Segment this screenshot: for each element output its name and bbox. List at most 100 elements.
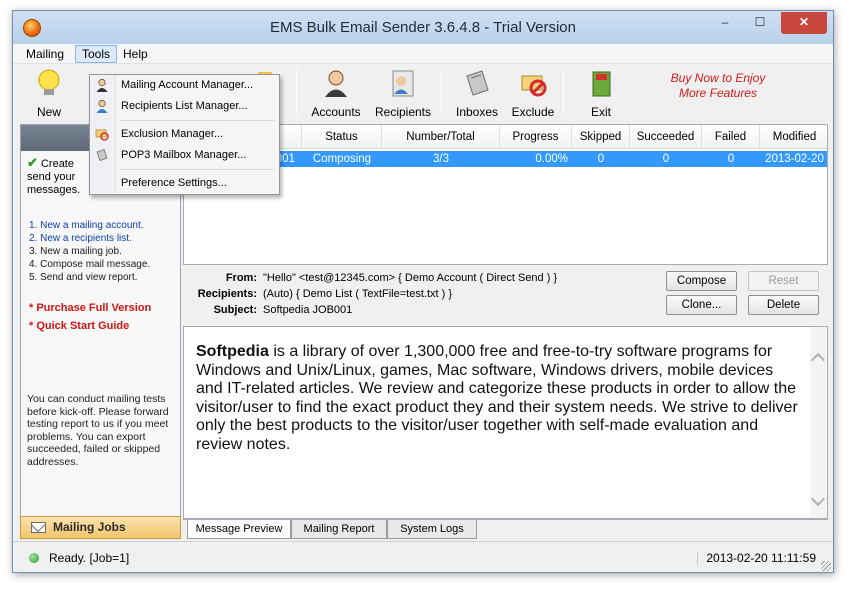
recipients-label: Recipients <box>374 105 432 119</box>
cell-failed: 0 <box>727 153 735 165</box>
quick-start-guide-link[interactable]: * Quick Start Guide <box>29 317 151 335</box>
buy-now-link[interactable]: Buy Now to Enjoy More Features <box>653 71 783 101</box>
menu-separator <box>120 120 275 121</box>
column-header-failed[interactable]: Failed <box>702 125 760 149</box>
column-header-number-total[interactable]: Number/Total <box>382 125 500 149</box>
account-manager-icon <box>96 78 108 92</box>
exclude-icon <box>521 75 547 97</box>
purchase-full-version-link[interactable]: * Purchase Full Version <box>29 299 151 317</box>
lightbulb-icon <box>38 69 60 95</box>
promo-line-2: More Features <box>678 86 758 100</box>
column-header-skipped[interactable]: Skipped <box>572 125 630 149</box>
inboxes-button[interactable]: Inboxes <box>451 66 503 119</box>
checkmark-icon: ✔ <box>27 155 38 170</box>
menu-item-label: Mailing Account Manager... <box>121 79 254 91</box>
toolbar-separator <box>441 69 442 115</box>
column-header-succeeded[interactable]: Succeeded <box>630 125 702 149</box>
intro-line-1: Create <box>40 158 74 170</box>
menu-item-label: Preference Settings... <box>121 177 227 189</box>
menu-item-label: Exclusion Manager... <box>121 128 224 140</box>
envelope-icon <box>31 522 46 533</box>
menu-bar: Mailing Tools Help <box>13 44 833 64</box>
minimize-button[interactable]: – <box>710 12 740 34</box>
step-new-account-link[interactable]: 1. New a mailing account. <box>29 219 150 232</box>
from-value: "Hello" <test@12345.com> { Demo Account … <box>263 272 558 284</box>
tab-mailing-report[interactable]: Mailing Report <box>291 520 387 539</box>
accounts-button[interactable]: Accounts <box>306 66 366 119</box>
menu-item-exclusion-manager[interactable]: Exclusion Manager... <box>90 124 279 144</box>
recipients-manager-icon <box>96 99 108 113</box>
app-window: EMS Bulk Email Sender 3.6.4.8 - Trial Ve… <box>12 10 834 573</box>
step-item: 3. New a mailing job. <box>29 246 122 257</box>
status-bar: Ready. [Job=1] 2013-02-20 11:11:59 <box>13 541 833 572</box>
maximize-button[interactable]: ☐ <box>745 12 775 34</box>
job-details: From: "Hello" <test@12345.com> { Demo Ac… <box>183 268 828 324</box>
column-header-modified[interactable]: Modified <box>760 125 829 149</box>
clone-button[interactable]: Clone... <box>666 295 737 315</box>
cell-number-total: 3/3 <box>433 153 449 165</box>
title-bar[interactable]: EMS Bulk Email Sender 3.6.4.8 - Trial Ve… <box>13 11 833 44</box>
column-header-progress[interactable]: Progress <box>500 125 572 149</box>
resize-grip-icon[interactable] <box>821 561 831 571</box>
menu-tools[interactable]: Tools <box>75 45 118 63</box>
exclude-label: Exclude <box>511 105 555 119</box>
menu-help[interactable]: Help <box>117 46 154 62</box>
menu-item-preference-settings[interactable]: Preference Settings... <box>90 173 279 193</box>
subject-label: Subject: <box>213 304 257 316</box>
recipients-icon <box>392 70 414 97</box>
menu-item-recipients-list-manager[interactable]: Recipients List Manager... <box>90 96 279 116</box>
preview-text: is a library of over 1,300,000 free and … <box>196 343 798 453</box>
recipients-button[interactable]: Recipients <box>370 66 436 119</box>
recipients-label: Recipients: <box>197 288 257 300</box>
close-button[interactable]: ✕ <box>781 12 827 34</box>
bottom-tabs: Message Preview Mailing Report System Lo… <box>183 519 828 539</box>
reset-button[interactable]: Reset <box>748 271 819 291</box>
tools-dropdown-menu: Mailing Account Manager... Recipients Li… <box>89 74 280 195</box>
exit-label: Exit <box>590 105 611 119</box>
menu-item-pop3-mailbox-manager[interactable]: POP3 Mailbox Manager... <box>90 145 279 165</box>
intro-line-2: send your <box>27 171 76 183</box>
menu-item-mailing-account-manager[interactable]: Mailing Account Manager... <box>90 75 279 95</box>
cell-modified: 2013-02-20 <box>765 153 824 165</box>
menu-item-label: Recipients List Manager... <box>121 100 248 112</box>
sidebar-links: * Purchase Full Version * Quick Start Gu… <box>29 299 151 335</box>
toolbar-separator <box>296 69 297 115</box>
delete-button[interactable]: Delete <box>748 295 819 315</box>
from-label: From: <box>225 272 257 284</box>
menu-mailing[interactable]: Mailing <box>20 46 70 62</box>
exit-button[interactable]: Exit <box>573 66 629 119</box>
recipients-value: (Auto) { Demo List ( TextFile=test.txt )… <box>263 288 453 300</box>
scroll-up-icon[interactable] <box>810 352 826 368</box>
inboxes-label: Inboxes <box>455 105 499 119</box>
cell-progress: 0.00% <box>535 153 568 165</box>
scroll-down-icon[interactable] <box>810 491 826 507</box>
tab-system-logs[interactable]: System Logs <box>387 520 477 539</box>
new-label: New <box>36 105 61 119</box>
tab-message-preview[interactable]: Message Preview <box>187 520 291 539</box>
intro-line-3: messages. <box>27 184 81 196</box>
step-item: 5. Send and view report. <box>29 272 138 283</box>
exclude-button[interactable]: Exclude <box>507 66 559 119</box>
steps-list: 1. New a mailing account. 2. New a recip… <box>29 219 150 284</box>
accounts-icon <box>325 70 347 97</box>
menu-item-label: POP3 Mailbox Manager... <box>121 149 247 161</box>
mailing-jobs-tab[interactable]: Mailing Jobs <box>20 516 181 539</box>
accounts-label: Accounts <box>311 105 361 119</box>
preview-body: Softpedia is a library of over 1,300,000… <box>196 343 801 454</box>
subject-value: Softpedia JOB001 <box>263 304 353 316</box>
status-indicator-icon <box>29 553 39 563</box>
cell-status: Composing <box>312 153 372 165</box>
step-new-recipients-link[interactable]: 2. New a recipients list. <box>29 232 150 245</box>
mailing-jobs-label: Mailing Jobs <box>53 520 126 534</box>
column-header-status[interactable]: Status <box>302 125 382 149</box>
table-row[interactable]: B001 Composing 3/3 0.00% 0 0 0 2013-02-2… <box>184 151 827 167</box>
sidebar-note: You can conduct mailing tests before kic… <box>27 393 169 468</box>
preview-scrollbar[interactable] <box>810 327 827 518</box>
exclusion-icon <box>95 129 109 141</box>
inbox-icon <box>466 70 489 96</box>
exit-door-icon <box>592 71 611 97</box>
new-button[interactable]: New <box>21 66 77 119</box>
menu-separator <box>120 169 275 170</box>
compose-button[interactable]: Compose <box>666 271 737 291</box>
message-preview[interactable]: Softpedia is a library of over 1,300,000… <box>183 326 828 519</box>
